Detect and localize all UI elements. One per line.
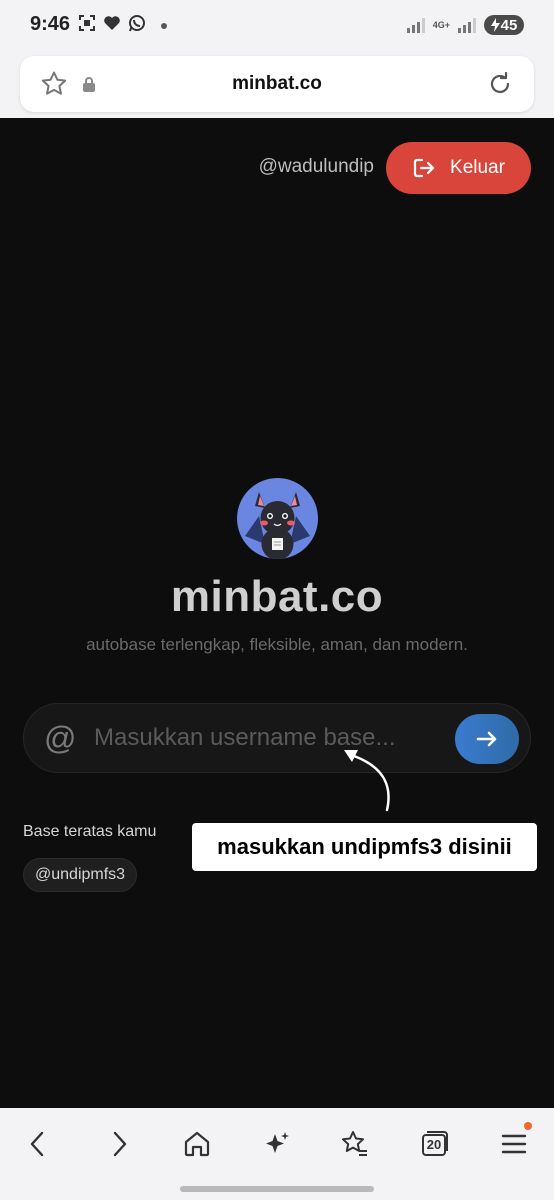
username-search-box[interactable]: @ <box>23 703 531 773</box>
tabs-button[interactable]: 20 <box>414 1128 454 1160</box>
address-bar[interactable]: minbat.co <box>20 56 534 112</box>
status-system-icons: 4G+ 45 <box>406 15 524 35</box>
favorites-icon <box>342 1131 367 1156</box>
brand-tagline: autobase terlengkap, fleksible, aman, da… <box>86 635 468 654</box>
bat-mascot-logo <box>237 478 318 559</box>
status-bar: 9:46 4G+ 45 <box>0 0 554 52</box>
tab-count: 20 <box>426 1136 442 1152</box>
home-indicator[interactable] <box>180 1186 374 1192</box>
network-type: 4G+ <box>432 19 450 30</box>
brand-title: minbat.co <box>170 572 384 621</box>
heart-icon <box>103 15 121 36</box>
sparkle-icon <box>266 1132 289 1153</box>
arrow-right-icon <box>476 731 497 747</box>
current-username: @wadulundip <box>258 156 374 177</box>
annotation-arrow-icon <box>344 750 390 812</box>
forward-button[interactable] <box>99 1128 139 1160</box>
dot-icon <box>161 22 167 29</box>
battery-charging-icon: 45 <box>484 15 524 35</box>
at-icon: @ <box>44 720 77 756</box>
back-button[interactable] <box>18 1128 58 1160</box>
home-icon <box>184 1131 210 1157</box>
logout-icon <box>413 158 435 178</box>
battery-level: 45 <box>500 16 518 34</box>
sparkle-button[interactable] <box>257 1128 297 1160</box>
signal-icon-2 <box>458 17 476 33</box>
menu-button[interactable] <box>494 1122 534 1160</box>
favorites-button[interactable] <box>335 1128 375 1160</box>
menu-icon <box>501 1134 527 1154</box>
back-icon <box>30 1131 44 1157</box>
logout-label: Keluar <box>450 157 505 178</box>
reload-icon[interactable] <box>486 70 514 98</box>
signal-icon <box>406 17 425 33</box>
logout-button[interactable]: Keluar <box>386 142 531 194</box>
status-time: 9:46 <box>30 13 71 35</box>
page-content: @wadulundip Keluar minbat.co autobase te… <box>0 118 554 1108</box>
whatsapp-icon <box>128 14 146 37</box>
browser-toolbar: minbat.co <box>0 52 554 118</box>
notification-dot <box>524 1122 532 1130</box>
submit-button[interactable] <box>455 714 519 764</box>
annotation-label: masukkan undipmfs3 disinii <box>192 823 537 871</box>
base-chip[interactable]: @undipmfs3 <box>23 858 138 892</box>
forward-icon <box>113 1131 127 1157</box>
screenshot-icon <box>78 14 96 37</box>
bottom-navigation: 20 <box>0 1108 554 1200</box>
top-bases-label: Base teratas kamu <box>23 823 157 840</box>
home-button[interactable] <box>177 1128 217 1160</box>
status-notification-icons <box>78 14 167 37</box>
url-text[interactable]: minbat.co <box>20 73 534 95</box>
